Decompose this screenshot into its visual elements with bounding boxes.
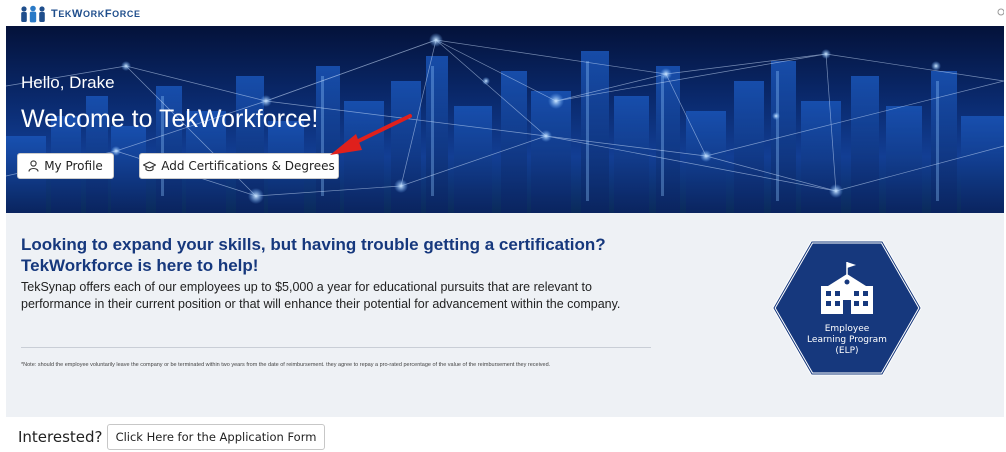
info-headline: Looking to expand your skills, but havin… — [21, 235, 606, 275]
info-description: TekSynap offers each of our employees up… — [21, 280, 621, 311]
welcome-heading: Welcome to TekWorkforce! — [21, 105, 319, 133]
interested-label: Interested? — [18, 428, 103, 446]
elp-badge-label: Employee Learning Program (ELP) — [807, 324, 887, 356]
reimbursement-note: *Note: should the employee voluntarily l… — [21, 362, 551, 368]
section-divider — [21, 347, 651, 348]
logo-people-icon — [21, 5, 45, 23]
logo-text: TEKWORKFORCE — [51, 8, 141, 20]
graduation-cap-icon — [143, 160, 157, 171]
elp-badge[interactable]: Employee Learning Program (ELP) — [772, 238, 922, 378]
add-certifications-button[interactable]: Add Certifications & Degrees — [139, 153, 339, 179]
greeting-text: Hello, Drake — [21, 73, 115, 92]
school-icon — [821, 262, 873, 314]
my-profile-label: My Profile — [44, 159, 103, 173]
settings-icon[interactable] — [995, 6, 1004, 18]
application-form-button[interactable]: Click Here for the Application Form — [107, 424, 325, 450]
hero-banner: Hello, Drake Welcome to TekWorkforce! My… — [6, 26, 1004, 213]
elp-info-section: Looking to expand your skills, but havin… — [6, 213, 1004, 417]
user-icon — [28, 160, 39, 172]
add-certifications-label: Add Certifications & Degrees — [161, 159, 335, 173]
tekworkforce-logo[interactable]: TEKWORKFORCE — [18, 5, 141, 23]
top-bar: TEKWORKFORCE — [0, 0, 1006, 26]
red-arrow-annotation — [330, 114, 412, 155]
my-profile-button[interactable]: My Profile — [17, 153, 114, 179]
